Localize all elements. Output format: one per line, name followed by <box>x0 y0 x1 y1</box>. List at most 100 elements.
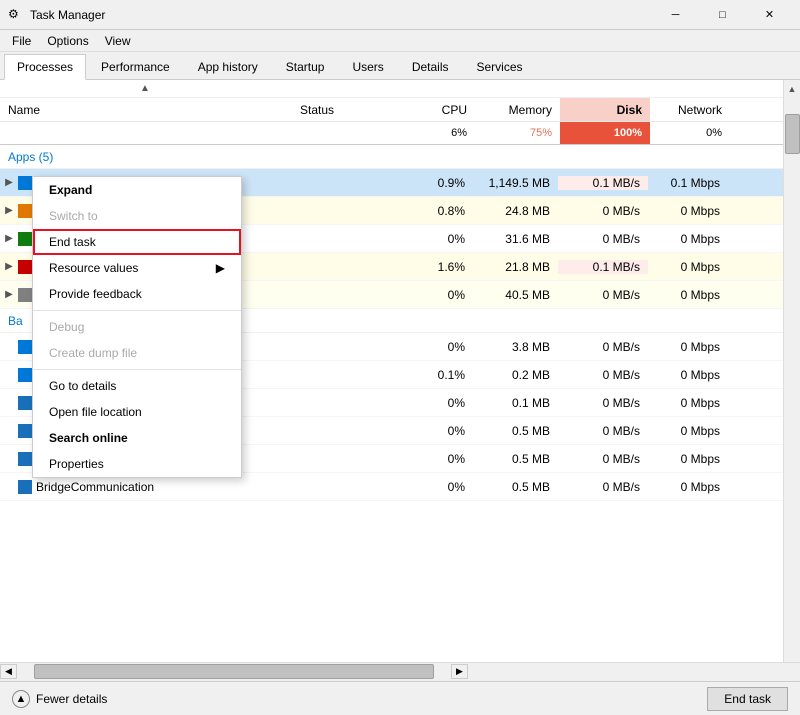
ctx-provide-feedback[interactable]: Provide feedback <box>33 281 241 307</box>
row-cpu: 0.9% <box>398 176 473 190</box>
col-network-header[interactable]: Network <box>650 98 730 121</box>
menu-view[interactable]: View <box>97 32 139 50</box>
col-status-header[interactable]: Status <box>300 98 400 121</box>
menu-bar: File Options View <box>0 30 800 52</box>
service-icon <box>18 396 32 410</box>
ctx-separator-1 <box>33 310 241 311</box>
fewer-details-button[interactable]: ▲ Fewer details <box>12 690 107 708</box>
tab-startup[interactable]: Startup <box>273 54 338 79</box>
row-network: 0 Mbps <box>648 260 728 274</box>
row-disk: 0 MB/s <box>558 368 648 382</box>
scroll-left-btn[interactable]: ◀ <box>0 664 17 679</box>
service-icon <box>18 424 32 438</box>
app-icon <box>18 368 32 382</box>
ctx-debug: Debug <box>33 314 241 340</box>
col-name-header[interactable]: Name <box>0 98 300 121</box>
row-cpu: 0% <box>398 424 473 438</box>
expand-icon[interactable]: ▶ <box>0 233 18 244</box>
tab-processes[interactable]: Processes <box>4 54 86 80</box>
menu-file[interactable]: File <box>4 32 39 50</box>
row-cpu: 0.1% <box>398 368 473 382</box>
ctx-open-file-location[interactable]: Open file location <box>33 399 241 425</box>
pct-status-spacer <box>300 122 400 144</box>
scroll-right-btn[interactable]: ▶ <box>451 664 468 679</box>
pct-cpu: 6% <box>400 122 475 144</box>
minimize-button[interactable]: ─ <box>653 0 698 30</box>
tab-performance[interactable]: Performance <box>88 54 183 79</box>
row-memory: 0.5 MB <box>473 452 558 466</box>
col-cpu-header[interactable]: CPU <box>400 98 475 121</box>
horizontal-scrollbar[interactable]: ◀ ▶ <box>0 662 800 679</box>
end-task-button[interactable]: End task <box>707 687 788 711</box>
bottom-bar: ▲ Fewer details End task <box>0 681 800 715</box>
row-disk: 0 MB/s <box>558 340 648 354</box>
row-network: 0 Mbps <box>648 340 728 354</box>
service-icon <box>18 452 32 466</box>
app-icon: ⚙ <box>8 7 24 23</box>
row-network: 0 Mbps <box>648 424 728 438</box>
row-network: 0 Mbps <box>648 232 728 246</box>
ctx-search-online[interactable]: Search online <box>33 425 241 451</box>
ctx-end-task[interactable]: End task <box>33 229 241 255</box>
submenu-arrow-icon: ▶ <box>216 261 225 275</box>
row-memory: 40.5 MB <box>473 288 558 302</box>
close-button[interactable]: ✕ <box>747 0 792 30</box>
fewer-details-icon: ▲ <box>12 690 30 708</box>
app-icon <box>18 288 32 302</box>
row-network: 0 Mbps <box>648 288 728 302</box>
expand-icon[interactable]: ▶ <box>0 289 18 300</box>
row-network: 0 Mbps <box>648 204 728 218</box>
tab-users[interactable]: Users <box>339 54 396 79</box>
window-title: Task Manager <box>30 8 653 22</box>
expand-icon[interactable]: ▶ <box>0 261 18 272</box>
apps-section-label: Apps (5) <box>8 150 53 164</box>
row-cpu: 0% <box>398 232 473 246</box>
menu-options[interactable]: Options <box>39 32 96 50</box>
ctx-expand[interactable]: Expand <box>33 177 241 203</box>
sort-arrow-icon: ▲ <box>140 83 150 94</box>
app-icon <box>18 340 32 354</box>
apps-section-header: Apps (5) <box>0 145 800 169</box>
row-disk: 0.1 MB/s <box>558 260 648 274</box>
pct-disk: 100% <box>560 122 650 144</box>
row-network: 0 Mbps <box>648 368 728 382</box>
scroll-up-btn[interactable]: ▲ <box>784 80 800 97</box>
app-icon <box>18 204 32 218</box>
row-cpu: 0.8% <box>398 204 473 218</box>
ctx-go-to-details[interactable]: Go to details <box>33 373 241 399</box>
tab-details[interactable]: Details <box>399 54 462 79</box>
row-cpu: 0% <box>398 480 473 494</box>
tab-bar: Processes Performance App history Startu… <box>0 52 800 80</box>
tab-services[interactable]: Services <box>464 54 536 79</box>
vertical-scrollbar[interactable]: ▲ <box>783 80 800 662</box>
expand-icon[interactable]: ▶ <box>0 177 18 188</box>
column-headers: Name Status CPU Memory Disk Network 6% 7… <box>0 98 800 145</box>
col-disk-header[interactable]: Disk <box>560 98 650 121</box>
maximize-button[interactable]: □ <box>700 0 745 30</box>
row-memory: 0.2 MB <box>473 368 558 382</box>
h-scrollbar-thumb[interactable] <box>34 664 434 679</box>
row-cpu: 1.6% <box>398 260 473 274</box>
row-memory: 24.8 MB <box>473 204 558 218</box>
app-icon <box>18 260 32 274</box>
title-bar: ⚙ Task Manager ─ □ ✕ <box>0 0 800 30</box>
bg-section-label: Ba <box>8 314 23 328</box>
row-name: BridgeCommunication <box>36 480 298 494</box>
row-memory: 3.8 MB <box>473 340 558 354</box>
row-memory: 21.8 MB <box>473 260 558 274</box>
row-disk: 0.1 MB/s <box>558 176 648 190</box>
ctx-properties[interactable]: Properties <box>33 451 241 477</box>
pct-name-spacer <box>0 122 300 144</box>
ctx-resource-values[interactable]: Resource values ▶ <box>33 255 241 281</box>
tab-app-history[interactable]: App history <box>185 54 271 79</box>
col-memory-header[interactable]: Memory <box>475 98 560 121</box>
row-memory: 0.5 MB <box>473 480 558 494</box>
scrollbar-thumb[interactable] <box>785 114 800 154</box>
row-disk: 0 MB/s <box>558 288 648 302</box>
row-memory: 31.6 MB <box>473 232 558 246</box>
sort-indicator: ▲ <box>0 80 800 98</box>
ctx-separator-2 <box>33 369 241 370</box>
expand-icon[interactable]: ▶ <box>0 205 18 216</box>
window-controls: ─ □ ✕ <box>653 0 792 30</box>
main-content: ▲ Name Status CPU Memory Disk Network 6%… <box>0 80 800 662</box>
